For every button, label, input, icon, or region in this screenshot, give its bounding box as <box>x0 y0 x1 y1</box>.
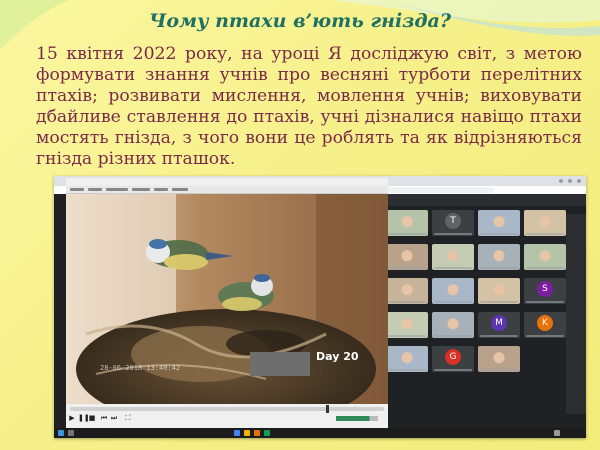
explorer-icon[interactable] <box>244 430 250 436</box>
participant-tile[interactable]: S <box>524 278 566 304</box>
participant-name-bar <box>480 267 518 269</box>
participant-tile[interactable] <box>478 210 520 236</box>
participant-name-bar <box>434 335 472 337</box>
participant-name-bar <box>388 335 426 337</box>
participant-name-bar <box>480 369 518 371</box>
media-player-window: Day 20 28-06-2018 13:40:42 ▶ ❚❚ ■ ⏮ ⏭ ⛶ <box>66 178 388 428</box>
browser-icon[interactable] <box>234 430 240 436</box>
participant-tile[interactable] <box>432 244 474 270</box>
participant-name-bar <box>526 335 564 337</box>
windows-taskbar <box>54 428 586 438</box>
participant-name-bar <box>388 369 426 371</box>
nest-scene <box>66 194 388 404</box>
participant-name-bar <box>388 301 426 303</box>
tray-icon <box>554 430 560 436</box>
app-icon[interactable] <box>264 430 270 436</box>
participant-name-bar <box>434 369 472 371</box>
participant-tile[interactable] <box>386 312 428 338</box>
pause-icon[interactable]: ❚❚ <box>78 414 90 422</box>
search-icon[interactable] <box>68 430 74 436</box>
previous-icon[interactable]: ⏮ <box>100 414 108 422</box>
birdhouse-video: Day 20 28-06-2018 13:40:42 <box>66 194 388 404</box>
participant-name-bar <box>526 267 564 269</box>
participant-name-bar <box>388 267 426 269</box>
participant-avatar: T <box>445 213 461 229</box>
stop-icon[interactable]: ■ <box>88 414 96 422</box>
start-icon[interactable] <box>58 430 64 436</box>
participant-name-bar <box>526 301 564 303</box>
participant-avatar: G <box>445 349 461 365</box>
participant-tile[interactable]: K <box>524 312 566 338</box>
next-icon[interactable]: ⏭ <box>110 414 118 422</box>
lesson-screenshot: T S M K G Day 20 28-06-2018 13:40:42 ▶ ❚❚ ■ … <box>54 176 586 438</box>
participant-tile[interactable] <box>478 346 520 372</box>
participant-avatar: K <box>537 315 553 331</box>
seek-bar[interactable] <box>70 405 384 413</box>
participant-tile[interactable] <box>432 312 474 338</box>
player-controls: ▶ ❚❚ ■ ⏮ ⏭ ⛶ <box>66 404 388 428</box>
participant-tile[interactable] <box>386 244 428 270</box>
fullscreen-icon[interactable]: ⛶ <box>124 414 132 422</box>
participant-tile[interactable] <box>524 210 566 236</box>
video-overlay-box <box>250 352 310 376</box>
participant-tile[interactable] <box>478 244 520 270</box>
participant-tile[interactable] <box>386 210 428 236</box>
participant-name-bar <box>434 233 472 235</box>
video-day-label: Day 20 <box>316 350 359 363</box>
participant-tile[interactable]: T <box>432 210 474 236</box>
slide-title: Чому птахи в’ють гнізда? <box>149 10 451 32</box>
participant-avatar: M <box>491 315 507 331</box>
participant-tile[interactable]: G <box>432 346 474 372</box>
participant-name-bar <box>434 267 472 269</box>
participant-name-bar <box>526 233 564 235</box>
slide: Чому птахи в’ють гнізда? 15 квітня 2022 … <box>0 0 600 450</box>
participant-tile[interactable] <box>524 244 566 270</box>
participant-name-bar <box>480 301 518 303</box>
participant-tile[interactable]: M <box>478 312 520 338</box>
participant-name-bar <box>388 233 426 235</box>
player-menu-bar <box>66 186 388 194</box>
participant-name-bar <box>480 335 518 337</box>
participant-tile[interactable] <box>478 278 520 304</box>
participant-tile[interactable] <box>432 278 474 304</box>
video-timestamp: 28-06-2018 13:40:42 <box>100 364 181 372</box>
player-title-bar <box>66 178 388 186</box>
participant-name-bar <box>480 233 518 235</box>
media-icon[interactable] <box>254 430 260 436</box>
participant-name-bar <box>434 301 472 303</box>
participant-tile[interactable] <box>386 346 428 372</box>
participant-avatar: S <box>537 281 553 297</box>
video-call-panel: T S M K G <box>384 194 586 426</box>
participant-tile[interactable] <box>386 278 428 304</box>
play-icon[interactable]: ▶ <box>68 414 76 422</box>
chat-side-panel <box>566 214 586 414</box>
slide-body-text: 15 квітня 2022 року, на уроці Я досліджу… <box>36 44 582 169</box>
volume-slider[interactable] <box>336 416 378 421</box>
